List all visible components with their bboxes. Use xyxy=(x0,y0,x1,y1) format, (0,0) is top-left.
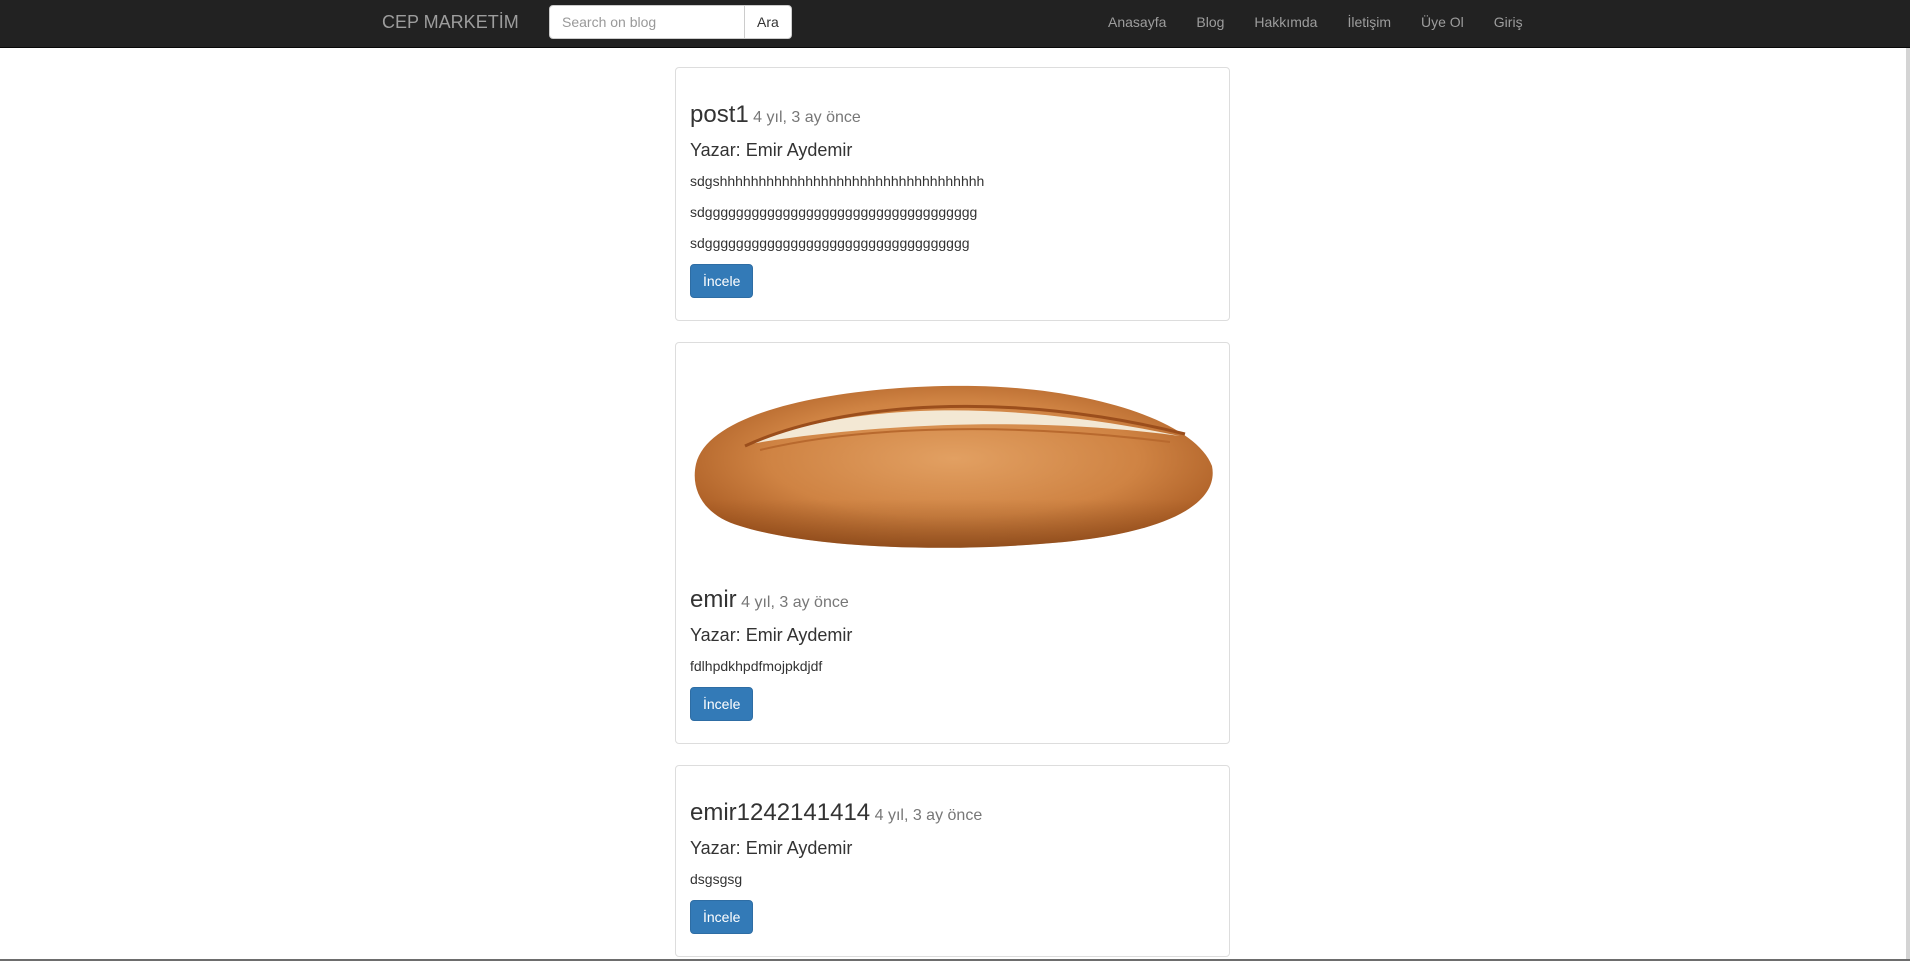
post-author: Yazar: Emir Aydemir xyxy=(690,625,853,645)
search-input[interactable] xyxy=(549,5,745,39)
nav-link-anasayfa[interactable]: Anasayfa xyxy=(1093,0,1181,47)
search-button[interactable]: Ara xyxy=(744,5,792,39)
post-time: 4 yıl, 3 ay önce xyxy=(874,807,983,824)
page-scrollbar[interactable] xyxy=(1906,48,1910,960)
post-author: Yazar: Emir Aydemir xyxy=(690,140,853,160)
nav-link-hakkimda[interactable]: Hakkımda xyxy=(1239,0,1332,47)
post-card: emir1242141414 4 yıl, 3 ay önce Yazar: E… xyxy=(675,765,1230,957)
post-author: Yazar: Emir Aydemir xyxy=(690,838,853,858)
post-card: emir 4 yıl, 3 ay önce Yazar: Emir Aydemi… xyxy=(675,342,1230,744)
nav-link-giris[interactable]: Giriş xyxy=(1479,0,1538,47)
post-excerpt-line: fdlhpdkhpdfmojpkdjdf xyxy=(690,658,823,674)
post-title: emir xyxy=(690,586,737,613)
post-heading: post1 4 yıl, 3 ay önce xyxy=(690,100,1215,133)
post-title: emir1242141414 xyxy=(690,799,871,826)
post-list: post1 4 yıl, 3 ay önce Yazar: Emir Aydem… xyxy=(675,67,1230,978)
incele-button[interactable]: İncele xyxy=(690,900,754,934)
top-navbar: CEP MARKETİM Ara Anasayfa Blog Hakkımda … xyxy=(0,0,1910,48)
incele-button[interactable]: İncele xyxy=(690,264,754,298)
nav-link-iletisim[interactable]: İletişim xyxy=(1332,0,1406,47)
post-excerpt-line: sdgshhhhhhhhhhhhhhhhhhhhhhhhhhhhhhhhhh xyxy=(690,173,985,189)
search-form: Ara xyxy=(549,5,792,39)
nav-link-blog[interactable]: Blog xyxy=(1181,0,1239,47)
post-title: post1 xyxy=(690,101,749,128)
brand-link[interactable]: CEP MARKETİM xyxy=(382,12,519,32)
post-excerpt-line: sdggggggggggggggggggggggggggggggggggg xyxy=(690,204,978,220)
post-excerpt-line: dsgsgsg xyxy=(690,871,743,887)
post-time: 4 yıl, 3 ay önce xyxy=(741,594,849,611)
post-card: post1 4 yıl, 3 ay önce Yazar: Emir Aydem… xyxy=(675,67,1230,321)
post-excerpt-line: sdgggggggggggggggggggggggggggggggggg xyxy=(690,235,970,251)
nav-link-uye-ol[interactable]: Üye Ol xyxy=(1406,0,1479,47)
bread-image[interactable] xyxy=(690,366,1216,579)
main-nav: Anasayfa Blog Hakkımda İletişim Üye Ol G… xyxy=(1093,0,1538,47)
incele-button[interactable]: İncele xyxy=(690,687,754,721)
post-heading: emir1242141414 4 yıl, 3 ay önce xyxy=(690,798,1215,831)
post-time: 4 yıl, 3 ay önce xyxy=(753,109,861,126)
post-heading: emir 4 yıl, 3 ay önce xyxy=(690,585,1215,618)
